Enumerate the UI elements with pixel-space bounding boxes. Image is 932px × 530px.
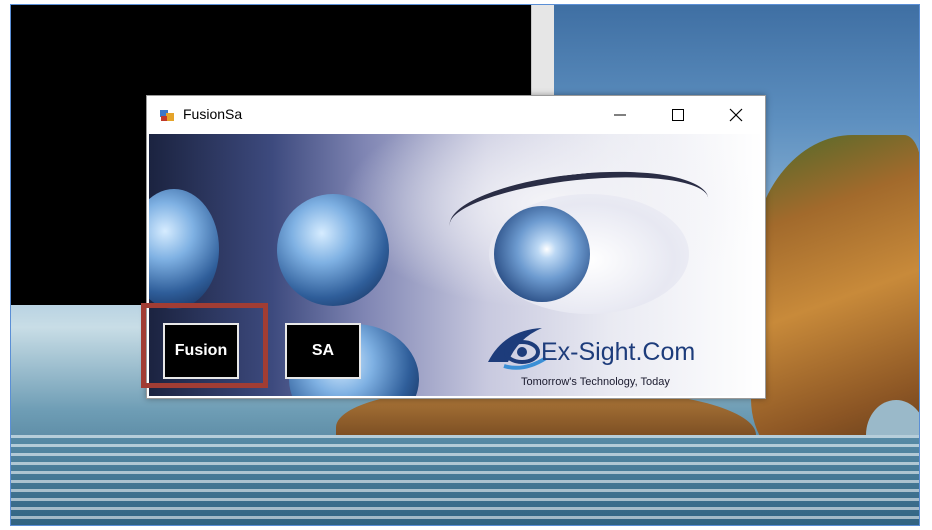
window-title: FusionSa — [183, 106, 243, 122]
minimize-button[interactable] — [591, 96, 649, 134]
brand-tagline: Tomorrow's Technology, Today — [521, 376, 670, 388]
globe-center — [277, 194, 389, 306]
minimize-icon — [614, 114, 626, 116]
close-icon — [729, 108, 743, 122]
maximize-icon — [672, 109, 684, 121]
close-button[interactable] — [707, 96, 765, 134]
highlight-box — [141, 303, 268, 388]
maximize-button[interactable] — [649, 96, 707, 134]
globe-left — [149, 189, 219, 309]
title-bar[interactable]: FusionSa — [147, 96, 765, 134]
app-icon — [160, 110, 174, 121]
wallpaper-sea — [11, 435, 919, 525]
eye-iris — [494, 206, 590, 302]
sa-button[interactable]: SA — [285, 323, 361, 379]
brand-name: Ex-Sight.Com — [541, 338, 696, 366]
